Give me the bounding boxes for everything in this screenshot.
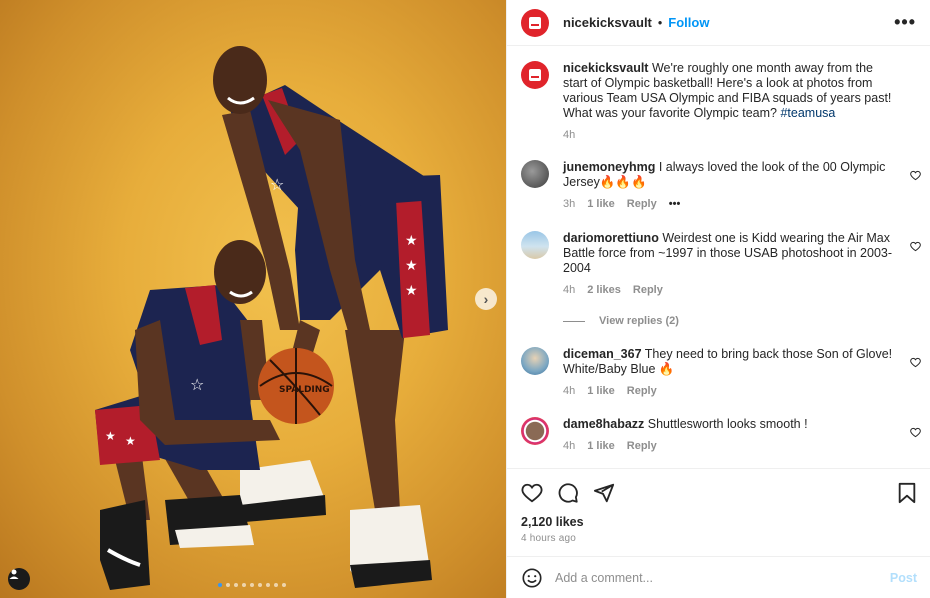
- reply-button[interactable]: Reply: [627, 197, 657, 212]
- reply-button[interactable]: Reply: [627, 439, 657, 454]
- comment-input[interactable]: Add a comment...: [555, 571, 653, 585]
- comments-list: nicekicksvault We're roughly one month a…: [507, 47, 930, 467]
- post-actions: 2,120 likes 4 hours ago: [507, 468, 930, 544]
- carousel-dot: [258, 583, 262, 587]
- svg-text:★: ★: [125, 434, 136, 448]
- post-timestamp: 4 hours ago: [521, 533, 577, 544]
- carousel-dot: [218, 583, 222, 587]
- heart-icon[interactable]: [910, 357, 921, 368]
- share-icon[interactable]: [593, 482, 615, 504]
- heart-icon[interactable]: [521, 482, 543, 504]
- comment-likes[interactable]: 1 like: [587, 439, 615, 454]
- author-username[interactable]: nicekicksvault: [563, 15, 652, 30]
- comment-username[interactable]: junemoneyhmg: [563, 160, 655, 174]
- author-avatar[interactable]: [521, 61, 549, 89]
- comment-likes[interactable]: 1 like: [587, 384, 615, 399]
- likes-count[interactable]: 2,120 likes: [521, 515, 917, 529]
- carousel-dot: [266, 583, 270, 587]
- view-replies-button[interactable]: View replies (2): [563, 315, 679, 327]
- reply-button[interactable]: Reply: [633, 283, 663, 298]
- carousel-dot: [242, 583, 246, 587]
- comment-likes[interactable]: 2 likes: [587, 283, 621, 298]
- carousel-dots: [218, 583, 286, 587]
- svg-text:★: ★: [405, 233, 418, 249]
- instagram-post-modal: ★ ★ ★ ☆ ★ ★ ☆ SPALDING › nicekicksvault …: [0, 0, 930, 598]
- comment-timestamp: 4h: [563, 440, 576, 452]
- comment-timestamp: 4h: [563, 284, 576, 296]
- standing-player: ★ ★ ★ ☆: [213, 46, 448, 588]
- commenter-avatar[interactable]: [521, 160, 549, 188]
- svg-text:★: ★: [105, 429, 116, 443]
- heart-icon[interactable]: [910, 241, 921, 252]
- svg-text:☆: ☆: [270, 175, 284, 194]
- header-separator: •: [657, 15, 663, 30]
- user-tag-icon: [9, 569, 19, 579]
- commenter-avatar[interactable]: [521, 417, 549, 445]
- carousel-dot: [226, 583, 230, 587]
- post-caption: nicekicksvault We're roughly one month a…: [521, 61, 921, 143]
- follow-button[interactable]: Follow: [668, 15, 709, 30]
- comment-text: Shuttlesworth looks smooth !: [647, 417, 808, 431]
- comment-more-icon[interactable]: •••: [669, 197, 681, 212]
- comment-item: dame8habazz Shuttlesworth looks smooth !…: [521, 417, 921, 454]
- replies-divider: [563, 320, 585, 322]
- post-photo[interactable]: ★ ★ ★ ☆ ★ ★ ☆ SPALDING ›: [0, 0, 506, 598]
- emoji-icon[interactable]: [521, 567, 543, 589]
- carousel-dot: [234, 583, 238, 587]
- comment-timestamp: 3h: [563, 198, 576, 210]
- post-header: nicekicksvault • Follow •••: [507, 0, 930, 46]
- caption-timestamp: 4h: [563, 129, 576, 141]
- carousel-dot: [282, 583, 286, 587]
- svg-text:★: ★: [405, 283, 418, 299]
- comment-timestamp: 4h: [563, 385, 576, 397]
- comment-item: dariomorettiuno Weirdest one is Kidd wea…: [521, 231, 921, 298]
- comment-likes[interactable]: 1 like: [587, 197, 615, 212]
- svg-text:☆: ☆: [190, 375, 204, 394]
- svg-text:★: ★: [405, 258, 418, 274]
- comment-username[interactable]: dariomorettiuno: [563, 231, 659, 245]
- author-avatar[interactable]: [521, 8, 549, 37]
- carousel-dot: [250, 583, 254, 587]
- comment-item: diceman_367 They need to bring back thos…: [521, 347, 921, 399]
- heart-icon[interactable]: [910, 170, 921, 181]
- heart-icon[interactable]: [910, 427, 921, 438]
- comment-username[interactable]: diceman_367: [563, 347, 642, 361]
- ball-brand-label: SPALDING: [279, 385, 330, 395]
- carousel-dot: [274, 583, 278, 587]
- view-replies-label: View replies (2): [599, 315, 679, 327]
- comment-item: junemoneyhmg I always loved the look of …: [521, 160, 921, 212]
- post-comment-button[interactable]: Post: [890, 571, 917, 585]
- comment-composer: Add a comment... Post: [507, 556, 930, 598]
- more-options-icon[interactable]: •••: [894, 12, 916, 33]
- reply-button[interactable]: Reply: [627, 384, 657, 399]
- commenter-avatar[interactable]: [521, 231, 549, 259]
- bookmark-icon[interactable]: [897, 482, 917, 504]
- commenter-avatar[interactable]: [521, 347, 549, 375]
- caption-username[interactable]: nicekicksvault: [563, 61, 648, 75]
- comment-username[interactable]: dame8habazz: [563, 417, 644, 431]
- hashtag-link[interactable]: #teamusa: [780, 106, 835, 120]
- user-tag-button[interactable]: [8, 568, 30, 590]
- basketball-players-illustration: ★ ★ ★ ☆ ★ ★ ☆ SPALDING: [95, 46, 448, 590]
- post-side-panel: nicekicksvault • Follow ••• nicekicksvau…: [506, 0, 930, 598]
- comment-icon[interactable]: [557, 482, 579, 504]
- carousel-next-button[interactable]: ›: [475, 288, 497, 310]
- chevron-right-icon: ›: [483, 291, 489, 307]
